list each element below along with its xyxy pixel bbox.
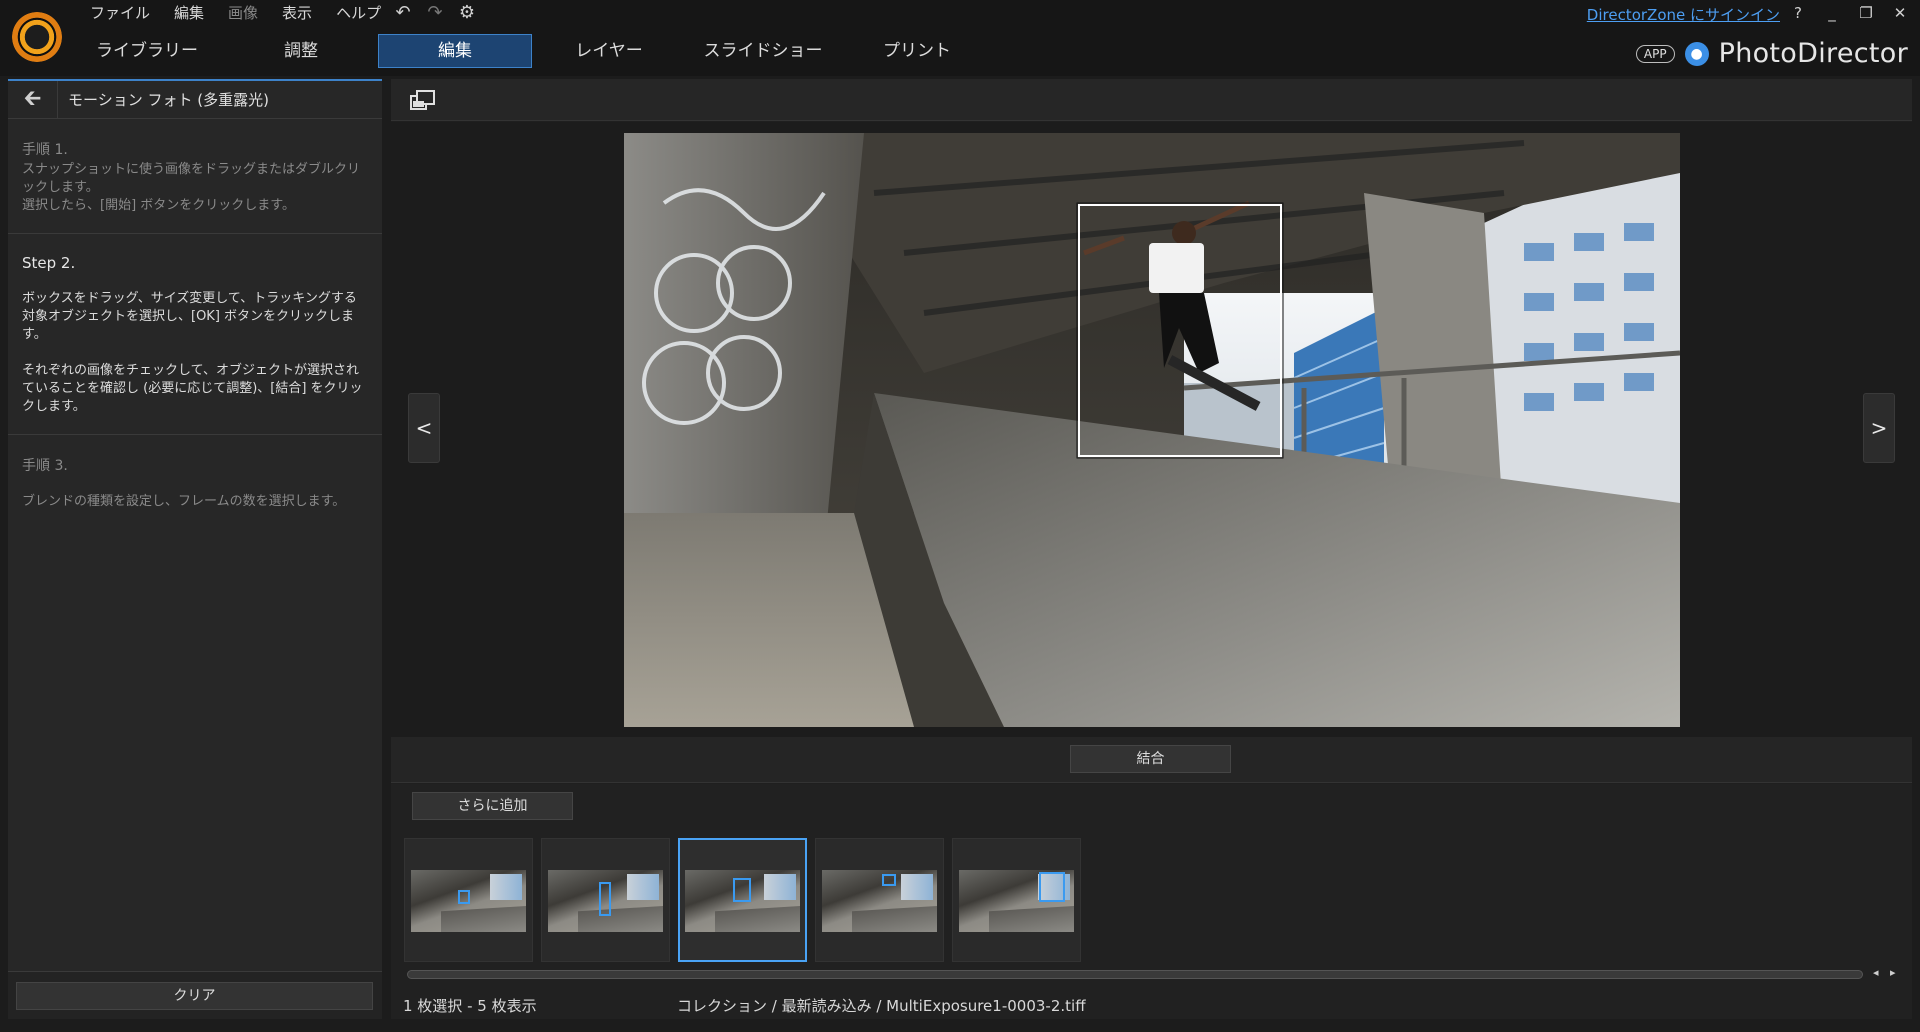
menu-help[interactable]: ヘルプ: [324, 2, 393, 24]
thumbnail-image: [822, 870, 937, 932]
settings-icon[interactable]: ⚙: [456, 2, 478, 24]
filmstrip-scrollbar[interactable]: [407, 970, 1863, 979]
tab-library[interactable]: ライブラリー: [70, 35, 224, 67]
main-photo: [624, 133, 1680, 727]
undo-icon[interactable]: ↶: [392, 2, 414, 24]
tab-edit[interactable]: 編集: [378, 34, 532, 68]
app-badge-button[interactable]: APP: [1635, 44, 1675, 63]
directorzone-signin-link[interactable]: DirectorZone にサインイン: [1587, 4, 1780, 25]
mode-tabs: ライブラリー 調整 編集 レイヤー スライドショー プリント: [70, 34, 994, 68]
panel-header: 🡰 モーション フォト (多重露光): [8, 80, 382, 119]
menu-view[interactable]: 表示: [270, 2, 324, 24]
add-more-button[interactable]: さらに追加: [412, 792, 573, 820]
step-1-title: 手順 1.: [22, 142, 68, 158]
panel-title: モーション フォト (多重露光): [68, 91, 269, 109]
menu-file[interactable]: ファイル: [78, 2, 162, 24]
close-button[interactable]: ✕: [1890, 2, 1910, 24]
thumbnail-3[interactable]: [678, 838, 807, 962]
skatepark-photo-image: [624, 133, 1680, 727]
thumbnail-4[interactable]: [815, 838, 944, 962]
selection-count: 1 枚選択 - 5 枚表示: [403, 996, 537, 1015]
tab-adjust[interactable]: 調整: [224, 35, 378, 67]
status-bar: 1 枚選択 - 5 枚表示 コレクション / 最新読み込み / MultiExp…: [391, 991, 1912, 1019]
step-2-text-2: それぞれの画像をチェックして、オブジェクトが選択されていることを確認し (必要に…: [22, 363, 363, 414]
notification-bell-icon[interactable]: ●: [1684, 41, 1709, 66]
step-3-text: ブレンドの種類を設定し、フレームの数を選択します。: [22, 494, 346, 509]
filmstrip-area: さらに追加 ◂ ▸ 1 枚選択 - 5 枚表示 コレクション / 最新読み込み …: [391, 784, 1912, 1019]
thumbnail-1[interactable]: [404, 838, 533, 962]
thumbnail-strip: [404, 838, 1081, 962]
tab-slideshow[interactable]: スライドショー: [686, 35, 840, 67]
thumbnail-5[interactable]: [952, 838, 1081, 962]
thumbnail-image: [411, 870, 526, 932]
window-controls: ? _ ❐ ✕: [1788, 2, 1910, 24]
app-logo-icon: [12, 12, 62, 62]
next-photo-button[interactable]: >: [1863, 393, 1895, 463]
step-2-title: Step 2.: [22, 254, 76, 272]
step-3-title: 手順 3.: [22, 458, 68, 474]
restore-button[interactable]: ❐: [1856, 2, 1876, 24]
thumbnail-image: [959, 870, 1074, 932]
photo-viewer: < >: [391, 122, 1912, 737]
title-bar: ファイル 編集 画像 表示 ヘルプ ↶ ↷ ⚙ ライブラリー 調整 編集 レイヤ…: [0, 0, 1920, 76]
file-path: コレクション / 最新読み込み / MultiExposure1-0003-2.…: [677, 996, 1086, 1015]
clear-area: クリア: [8, 971, 382, 1019]
step-3: 手順 3. ブレンドの種類を設定し、フレームの数を選択します。: [8, 435, 382, 529]
tab-layers[interactable]: レイヤー: [532, 35, 686, 67]
brand-area: APP ● PhotoDirector: [1635, 38, 1908, 69]
step-2-text: ボックスをドラッグ、サイズ変更して、トラッキングする対象オブジェクトを選択し、[…: [22, 291, 357, 342]
help-button[interactable]: ?: [1788, 2, 1808, 24]
main-area: < > 結合 さらに追加 ◂ ▸ 1 枚選択 - 5 枚表示 コレクション / …: [391, 79, 1912, 1019]
motion-photo-panel: 🡰 モーション フォト (多重露光) 手順 1. スナップショットに使う画像をド…: [8, 79, 382, 1019]
compare-view-icon[interactable]: [409, 88, 437, 112]
thumbnail-image: [685, 870, 800, 932]
step-1: 手順 1. スナップショットに使う画像をドラッグまたはダブルクリックします。 選…: [8, 119, 382, 234]
thumbnail-2[interactable]: [541, 838, 670, 962]
menu-edit[interactable]: 編集: [162, 2, 216, 24]
combine-bar: 結合: [391, 737, 1912, 783]
brand-name: PhotoDirector: [1718, 38, 1908, 69]
minimize-button[interactable]: _: [1822, 2, 1842, 24]
thumbnail-image: [548, 870, 663, 932]
step-1-text: スナップショットに使う画像をドラッグまたはダブルクリックします。 選択したら、[…: [22, 162, 361, 213]
viewer-toolbar: [391, 79, 1912, 121]
menu-bar: ファイル 編集 画像 表示 ヘルプ: [78, 2, 393, 24]
previous-photo-button[interactable]: <: [408, 393, 440, 463]
clear-button[interactable]: クリア: [16, 982, 373, 1010]
back-arrow-icon[interactable]: 🡰: [8, 80, 58, 119]
combine-button[interactable]: 結合: [1070, 745, 1231, 773]
menu-image[interactable]: 画像: [216, 2, 270, 24]
redo-icon[interactable]: ↷: [424, 2, 446, 24]
tab-print[interactable]: プリント: [840, 35, 994, 67]
history-toolbar: ↶ ↷ ⚙: [392, 2, 478, 24]
step-2: Step 2. ボックスをドラッグ、サイズ変更して、トラッキングする対象オブジェ…: [8, 234, 382, 435]
scroll-arrows-icon[interactable]: ◂ ▸: [1873, 966, 1900, 979]
